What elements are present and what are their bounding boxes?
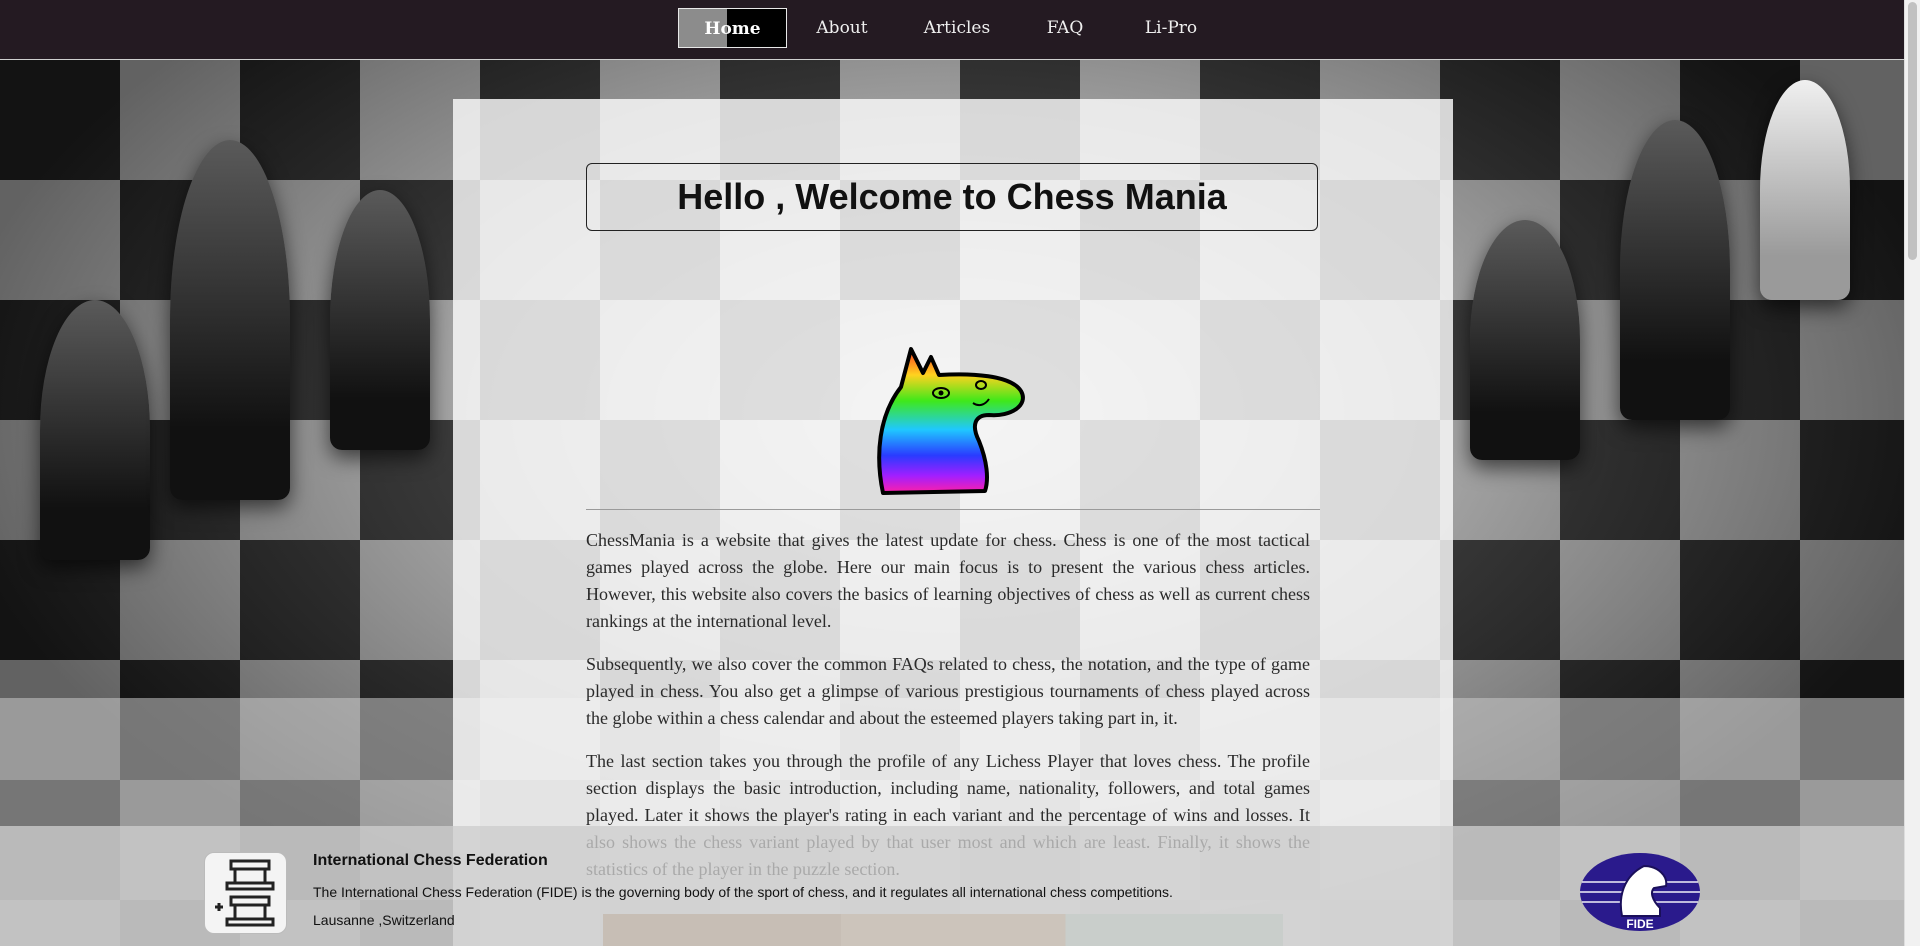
chess-piece-image <box>40 300 150 560</box>
rainbow-knight-icon <box>871 345 1033 495</box>
footer-location: Lausanne ,Switzerland <box>313 912 455 928</box>
chess-piece-image <box>1760 80 1850 300</box>
page-title: Hello , Welcome to Chess Mania <box>586 163 1318 231</box>
chess-piece-image <box>330 190 430 450</box>
rook-pieces-icon <box>204 852 287 934</box>
nav-faq-link[interactable]: FAQ <box>1040 8 1090 48</box>
scrollbar-thumb[interactable] <box>1908 2 1917 260</box>
chess-piece-image <box>1620 120 1730 420</box>
site-footer: International Chess Federation The Inter… <box>0 826 1905 946</box>
content-divider <box>586 509 1320 510</box>
intro-paragraph: ChessMania is a website that gives the l… <box>586 530 1310 631</box>
page-scrollbar[interactable] <box>1904 0 1920 946</box>
fide-logo-text: FIDE <box>1626 917 1653 931</box>
nav-li-pro-link[interactable]: Li-Pro <box>1140 8 1202 48</box>
footer-title: International Chess Federation <box>313 852 548 869</box>
footer-description: The International Chess Federation (FIDE… <box>313 884 1173 900</box>
chess-piece-image <box>1470 220 1580 460</box>
nav-about-link[interactable]: About <box>806 8 878 48</box>
chess-piece-image <box>170 140 290 500</box>
nav-home-link[interactable]: Home <box>678 8 787 48</box>
main-content-card: Hello , Welcome to Chess Mania ChessMani… <box>453 99 1453 946</box>
nav-articles-link[interactable]: Articles <box>922 8 992 48</box>
fide-knight-logo: FIDE <box>1580 852 1701 932</box>
features-paragraph: Subsequently, we also cover the common F… <box>586 654 1310 728</box>
top-navbar: Home About Articles FAQ Li-Pro <box>0 0 1905 60</box>
